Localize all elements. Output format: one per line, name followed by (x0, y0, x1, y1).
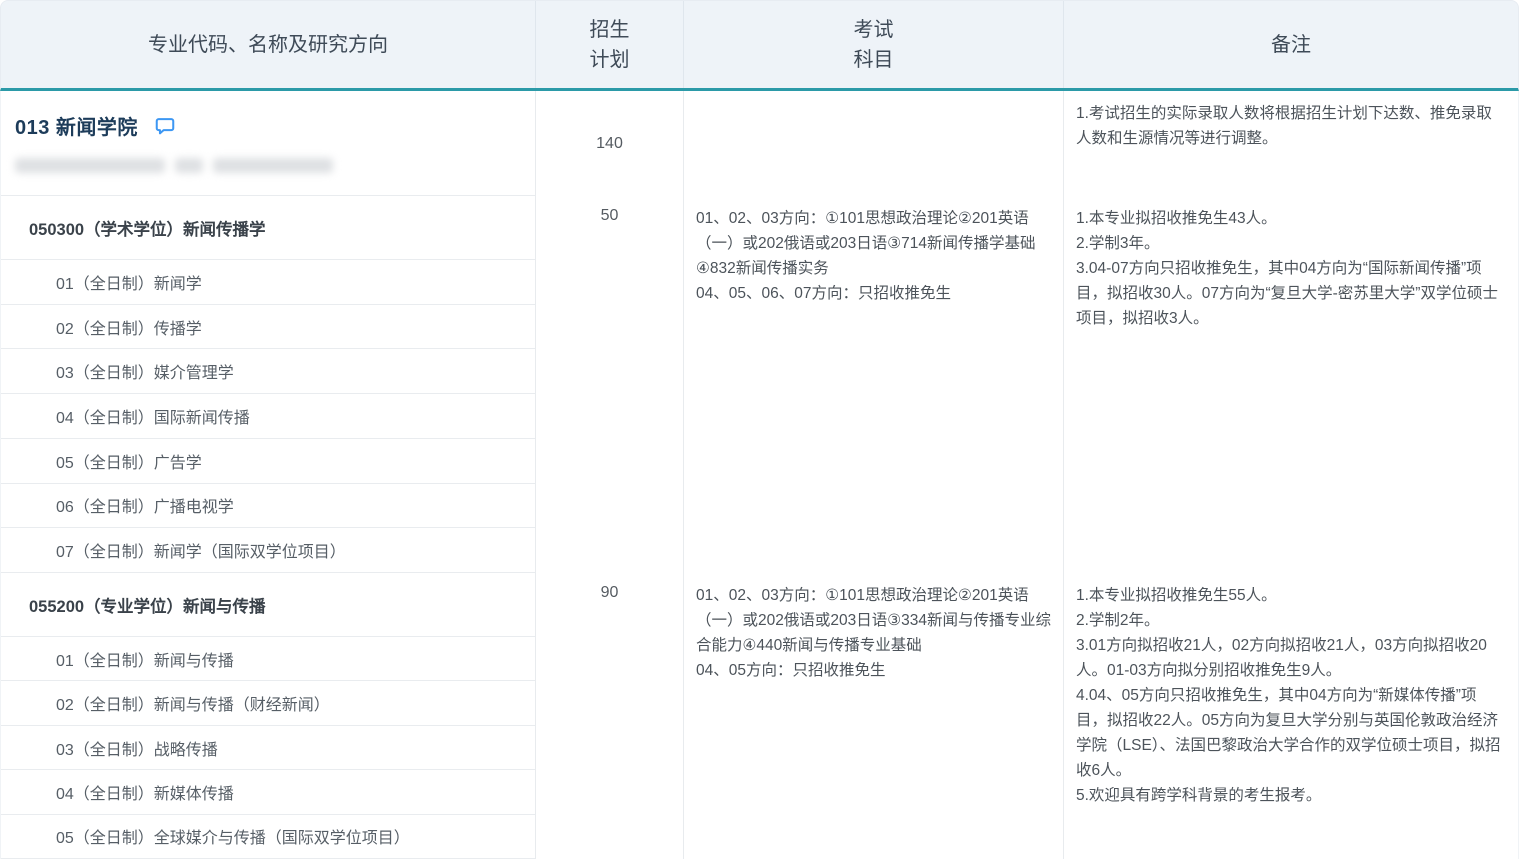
direction-row: 05（全日制）全球媒介与传播（国际双学位项目） (1, 815, 535, 859)
major-section-row: 050300（学术学位）新闻传播学 01（全日制）新闻学 02（全日制）传播学 … (1, 196, 1518, 573)
major-directions-cell: 050300（学术学位）新闻传播学 01（全日制）新闻学 02（全日制）传播学 … (1, 196, 535, 573)
direction-row: 07（全日制）新闻学（国际双学位项目） (1, 528, 535, 573)
direction-row: 05（全日制）广告学 (1, 439, 535, 484)
major-plan-cell: 50 (535, 196, 683, 573)
college-title: 013 新闻学院 (15, 111, 138, 140)
table-header-row: 专业代码、名称及研究方向 招生 计划 考试 科目 备注 (0, 0, 1519, 91)
major-remarks-cell: 1.本专业拟招收推免生55人。 2.学制2年。 3.01方向拟招收21人，02方… (1063, 573, 1518, 859)
direction-row: 02（全日制）传播学 (1, 305, 535, 350)
header-remarks-column: 备注 (1063, 1, 1518, 88)
major-exam-text: 01、02、03方向：①101思想政治理论②201英语（一）或202俄语或203… (684, 573, 1063, 691)
major-exam-text: 01、02、03方向：①101思想政治理论②201英语（一）或202俄语或203… (684, 196, 1063, 314)
major-title: 050300（学术学位）新闻传播学 (1, 196, 535, 260)
direction-row: 03（全日制）媒介管理学 (1, 349, 535, 394)
direction-row: 01（全日制）新闻与传播 (1, 637, 535, 681)
header-exam-column: 考试 科目 (683, 1, 1063, 88)
speech-bubble-icon[interactable] (154, 115, 176, 137)
major-section-row: 055200（专业学位）新闻与传播 01（全日制）新闻与传播 02（全日制）新闻… (1, 573, 1518, 859)
direction-row: 04（全日制）国际新闻传播 (1, 394, 535, 439)
college-exam-cell (683, 91, 1063, 196)
college-row: 013 新闻学院 140 (1, 91, 1518, 196)
direction-row: 02（全日制）新闻与传播（财经新闻） (1, 681, 535, 725)
major-plan-cell: 90 (535, 573, 683, 859)
college-remarks-cell: 1.考试招生的实际录取人数将根据招生计划下达数、推免录取人数和生源情况等进行调整… (1063, 91, 1518, 196)
blurred-text (15, 158, 535, 173)
direction-row: 01（全日制）新闻学 (1, 260, 535, 305)
table-body: 013 新闻学院 140 (0, 91, 1519, 859)
major-directions-cell: 055200（专业学位）新闻与传播 01（全日制）新闻与传播 02（全日制）新闻… (1, 573, 535, 859)
admissions-table-page: 专业代码、名称及研究方向 招生 计划 考试 科目 备注 013 新闻学院 (0, 0, 1519, 859)
direction-row: 06（全日制）广播电视学 (1, 484, 535, 529)
major-remarks-cell: 1.本专业拟招收推免生43人。 2.学制3年。 3.04-07方向只招收推免生，… (1063, 196, 1518, 573)
college-title-block: 013 新闻学院 (1, 91, 535, 196)
major-remarks-text: 1.本专业拟招收推免生43人。 2.学制3年。 3.04-07方向只招收推免生，… (1064, 196, 1518, 339)
major-title: 055200（专业学位）新闻与传播 (1, 573, 535, 637)
major-exam-cell: 01、02、03方向：①101思想政治理论②201英语（一）或202俄语或203… (683, 196, 1063, 573)
header-plan-column: 招生 计划 (535, 1, 683, 88)
major-remarks-text: 1.本专业拟招收推免生55人。 2.学制2年。 3.01方向拟招收21人，02方… (1064, 573, 1518, 816)
direction-row: 03（全日制）战略传播 (1, 726, 535, 770)
direction-row: 04（全日制）新媒体传播 (1, 770, 535, 814)
header-major-column: 专业代码、名称及研究方向 (1, 1, 535, 88)
college-remarks-text: 1.考试招生的实际录取人数将根据招生计划下达数、推免录取人数和生源情况等进行调整… (1064, 91, 1518, 159)
college-cell: 013 新闻学院 (1, 91, 535, 196)
major-exam-cell: 01、02、03方向：①101思想政治理论②201英语（一）或202俄语或203… (683, 573, 1063, 859)
college-plan-cell: 140 (535, 91, 683, 196)
